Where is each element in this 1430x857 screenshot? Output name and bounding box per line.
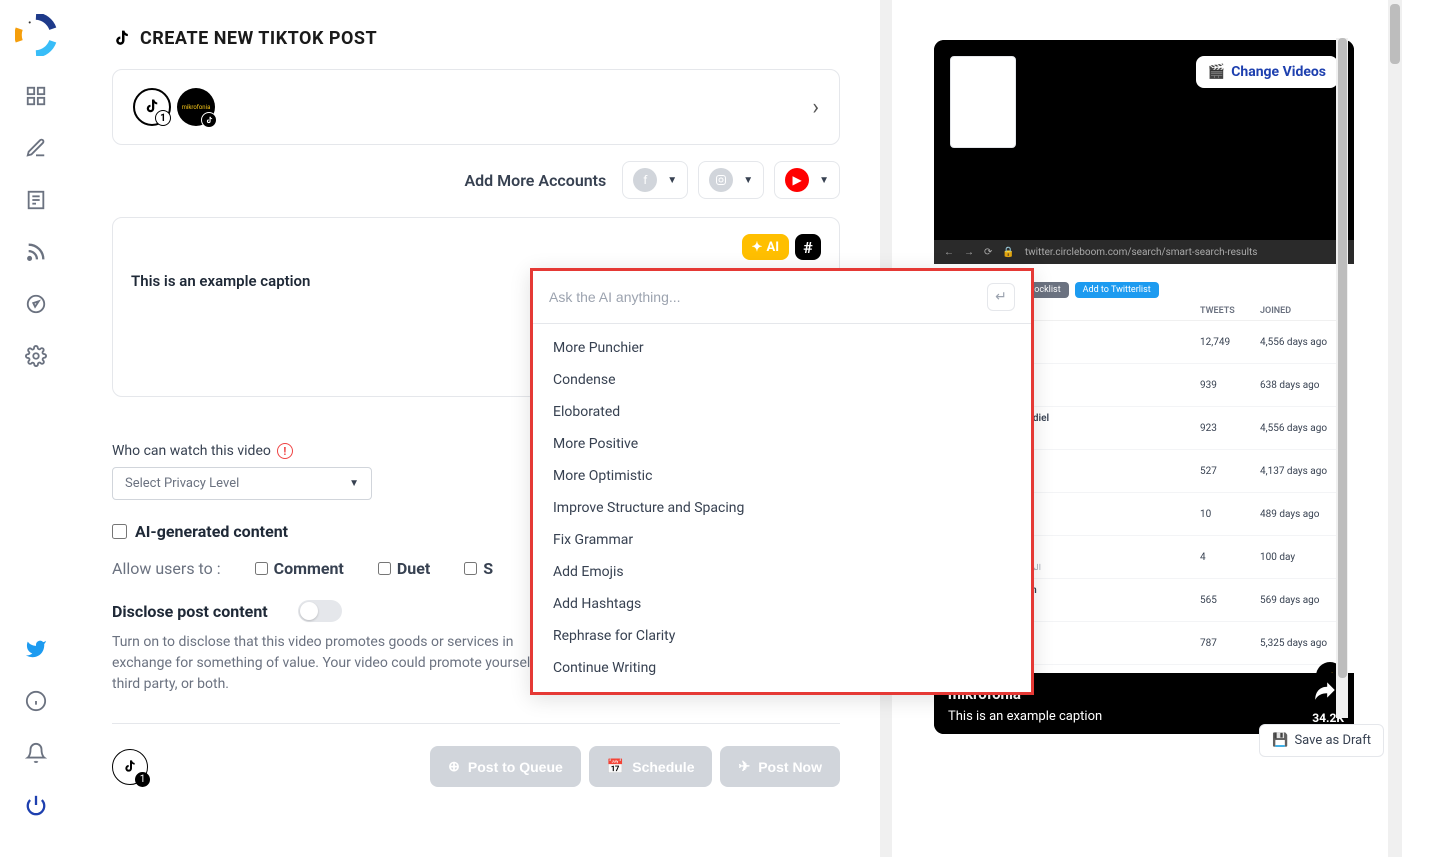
ai-suggestion-item[interactable]: More Optimistic — [533, 460, 1031, 492]
bottom-actions: 1 ⊕Post to Queue 📅Schedule ✈Post Now — [112, 723, 840, 809]
disclose-toggle[interactable] — [298, 600, 342, 622]
compose-icon[interactable] — [24, 136, 48, 160]
page-title: CREATE NEW TIKTOK POST — [112, 28, 840, 49]
add-instagram-dropdown[interactable]: ▼ — [698, 161, 764, 199]
col-tweets: TWEETS — [1200, 306, 1260, 316]
ai-suggestion-item[interactable]: Continue Writing — [533, 652, 1031, 684]
dashboard-icon[interactable] — [24, 84, 48, 108]
col-joined: JOINED — [1260, 306, 1340, 316]
privacy-placeholder: Select Privacy Level — [125, 476, 239, 491]
add-youtube-dropdown[interactable]: ▶▼ — [774, 161, 840, 199]
duet-checkbox[interactable] — [378, 562, 391, 575]
sparkle-icon: ✦ — [752, 240, 763, 255]
info-icon[interactable] — [24, 689, 48, 713]
allow-label: Allow users to : — [112, 559, 221, 578]
save-icon: 💾 — [1272, 733, 1288, 748]
film-icon: 🎬 — [1208, 64, 1225, 80]
preview-scrollbar[interactable] — [1336, 38, 1348, 718]
selected-accounts-bar[interactable]: 1 mikrofonia › — [112, 69, 840, 145]
ai-prompt-input[interactable] — [549, 289, 987, 305]
ai-suggestion-item[interactable]: More Punchier — [533, 332, 1031, 364]
ai-suggestion-item[interactable]: Add Hashtags — [533, 588, 1031, 620]
facebook-icon: f — [633, 168, 657, 192]
bell-icon[interactable] — [24, 741, 48, 765]
settings-icon[interactable] — [24, 344, 48, 368]
url-text: twitter.circleboom.com/search/smart-sear… — [1025, 247, 1258, 258]
post-target-badge[interactable]: 1 — [112, 749, 148, 785]
preview-caption: This is an example caption — [948, 709, 1340, 724]
post-now-button[interactable]: ✈Post Now — [720, 746, 840, 787]
target-count: 1 — [135, 772, 150, 787]
add-accounts-row: Add More Accounts f▼ ▼ ▶▼ — [112, 161, 840, 199]
queue-icon: ⊕ — [448, 758, 460, 775]
schedule-button[interactable]: 📅Schedule — [589, 746, 713, 787]
ai-suggestion-item[interactable]: Condense — [533, 364, 1031, 396]
account-badge-brand[interactable]: mikrofonia — [177, 88, 215, 126]
discover-icon[interactable] — [24, 292, 48, 316]
reload-icon: ⟳ — [984, 247, 992, 258]
articles-icon[interactable] — [24, 188, 48, 212]
back-icon: ← — [944, 247, 954, 258]
warning-icon: ! — [277, 443, 293, 459]
chevron-down-icon: ▼ — [743, 175, 753, 186]
comment-checkbox-wrap[interactable]: Comment — [255, 559, 344, 578]
change-videos-button[interactable]: 🎬 Change Videos — [1196, 56, 1338, 88]
instagram-icon — [709, 168, 733, 192]
twitterlist-chip[interactable]: Add to Twitterlist — [1075, 282, 1159, 298]
app-logo — [15, 14, 57, 56]
account-badge-tiktok[interactable]: 1 — [133, 88, 171, 126]
ai-suggestions-list: More PunchierCondenseEloboratedMore Posi… — [533, 324, 1031, 692]
power-icon[interactable] — [24, 793, 48, 817]
video-thumbnail[interactable] — [950, 56, 1016, 148]
expand-accounts-chevron[interactable]: › — [812, 95, 819, 120]
enter-key-icon[interactable]: ↵ — [987, 283, 1015, 311]
chevron-down-icon: ▼ — [667, 175, 677, 186]
rss-icon[interactable] — [24, 240, 48, 264]
lock-icon: 🔒 — [1002, 247, 1014, 258]
ai-suggestions-panel: ↵ More PunchierCondenseEloboratedMore Po… — [530, 268, 1034, 695]
ai-assist-button[interactable]: ✦AI — [742, 234, 789, 260]
add-facebook-dropdown[interactable]: f▼ — [622, 161, 688, 199]
comment-checkbox[interactable] — [255, 562, 268, 575]
ai-suggestion-item[interactable]: Rephrase for Clarity — [533, 620, 1031, 652]
tiktok-icon — [112, 29, 132, 49]
ai-content-checkbox[interactable] — [112, 524, 127, 539]
save-as-draft-button[interactable]: 💾 Save as Draft — [1259, 724, 1384, 757]
ai-content-label: AI-generated content — [135, 522, 288, 541]
ai-suggestion-item[interactable]: More Positive — [533, 428, 1031, 460]
stitch-checkbox-wrap[interactable]: S — [464, 559, 493, 578]
ai-suggestion-item[interactable]: Add Emojis — [533, 556, 1031, 588]
browser-bar: ← → ⟳ 🔒 twitter.circleboom.com/search/sm… — [934, 240, 1354, 264]
send-icon: ✈ — [738, 758, 750, 775]
twitter-icon[interactable] — [24, 637, 48, 661]
privacy-label: Who can watch this video — [112, 443, 271, 459]
youtube-icon: ▶ — [785, 168, 809, 192]
outer-scrollbar[interactable] — [1388, 0, 1402, 857]
ai-suggestion-item[interactable]: Improve Structure and Spacing — [533, 492, 1031, 524]
left-sidebar — [0, 0, 72, 857]
stitch-checkbox[interactable] — [464, 562, 477, 575]
page-title-text: CREATE NEW TIKTOK POST — [140, 28, 377, 49]
hashtag-button[interactable]: # — [795, 234, 821, 260]
duet-checkbox-wrap[interactable]: Duet — [378, 559, 430, 578]
post-to-queue-button[interactable]: ⊕Post to Queue — [430, 746, 581, 787]
chevron-down-icon: ▼ — [349, 478, 359, 489]
privacy-select[interactable]: Select Privacy Level ▼ — [112, 467, 372, 500]
calendar-icon: 📅 — [607, 758, 624, 775]
account-count-badge: 1 — [155, 110, 171, 126]
ai-suggestion-item[interactable]: Eloborated — [533, 396, 1031, 428]
tiktok-sub-icon — [201, 112, 217, 128]
ai-suggestion-item[interactable]: Fix Grammar — [533, 524, 1031, 556]
chevron-down-icon: ▼ — [819, 175, 829, 186]
forward-icon: → — [964, 247, 974, 258]
add-accounts-label: Add More Accounts — [464, 171, 606, 190]
disclose-description: Turn on to disclose that this video prom… — [112, 632, 552, 695]
disclose-title: Disclose post content — [112, 602, 268, 621]
